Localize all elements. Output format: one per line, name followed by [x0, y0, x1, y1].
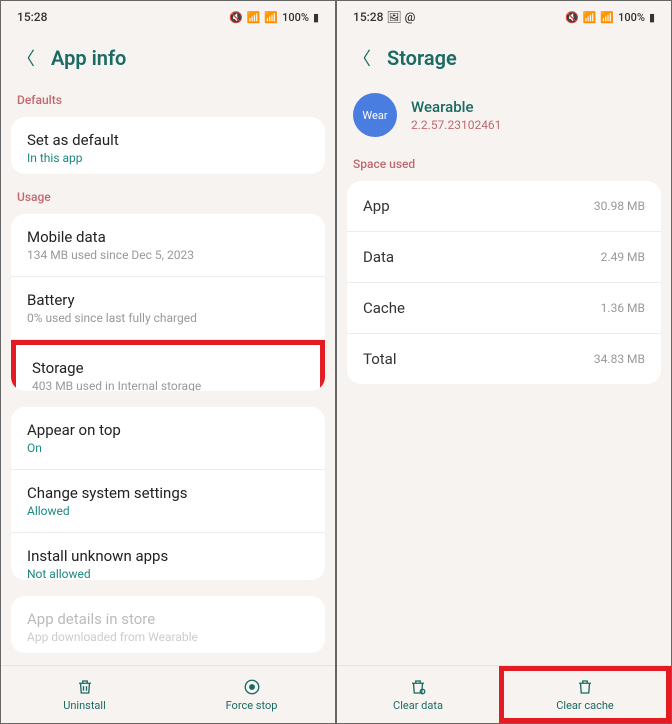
- item-appear-on-top[interactable]: Appear on top On: [11, 407, 325, 470]
- row-value: 1.36 MB: [601, 301, 645, 315]
- item-app-details-store[interactable]: App details in store App downloaded from…: [11, 596, 325, 653]
- bottom-bar: Uninstall Force stop: [1, 665, 335, 723]
- space-card: App 30.98 MB Data 2.49 MB Cache 1.36 MB …: [347, 181, 661, 384]
- status-time: 15:28: [17, 10, 47, 24]
- item-title: Appear on top: [27, 421, 309, 439]
- wifi-icon: 📶: [583, 11, 597, 24]
- battery-icon: ▮: [649, 11, 655, 24]
- force-stop-button[interactable]: Force stop: [168, 666, 335, 723]
- battery-icon: ▮: [313, 11, 319, 24]
- page-header: 〈 Storage: [337, 33, 671, 89]
- signal-icon: 📶: [600, 11, 614, 24]
- stop-circle-icon: [243, 678, 261, 696]
- store-card: App details in store App downloaded from…: [11, 596, 325, 653]
- mute-icon: 🔇: [565, 11, 579, 24]
- defaults-card: Set as default In this app: [11, 117, 325, 174]
- battery-text: 100%: [282, 11, 309, 24]
- section-space-used: Space used: [337, 153, 671, 177]
- row-label: Total: [363, 350, 397, 368]
- item-sub: App downloaded from Wearable: [27, 630, 309, 644]
- clear-data-button[interactable]: Clear data: [337, 666, 499, 723]
- item-title: Mobile data: [27, 228, 309, 246]
- item-sub: 134 MB used since Dec 5, 2023: [27, 248, 309, 262]
- item-sub: On: [27, 441, 309, 455]
- section-usage: Usage: [1, 186, 335, 210]
- app-header: Wear Wearable 2.2.57.23102461: [337, 89, 671, 153]
- mute-icon: 🔇: [229, 11, 243, 24]
- row-total: Total 34.83 MB: [347, 334, 661, 384]
- item-sub: Allowed: [27, 504, 309, 518]
- perm-card: Appear on top On Change system settings …: [11, 407, 325, 580]
- uninstall-button[interactable]: Uninstall: [1, 666, 168, 723]
- button-label: Clear data: [393, 699, 443, 712]
- signal-icon: 📶: [264, 11, 278, 24]
- status-icons: 🔇 📶 📶 100% ▮: [229, 11, 319, 24]
- item-title: Install unknown apps: [27, 547, 309, 565]
- row-app: App 30.98 MB: [347, 181, 661, 232]
- app-name: Wearable: [411, 98, 501, 116]
- status-icons: 🔇 📶 📶 100% ▮: [565, 11, 655, 24]
- row-label: Data: [363, 248, 394, 266]
- item-sub: 403 MB used in Internal storage: [32, 379, 304, 391]
- app-icon: Wear: [353, 93, 397, 137]
- phone-right: 15:28 🖼 @ 🔇 📶 📶 100% ▮ 〈 Storage Wear We…: [336, 0, 672, 724]
- back-icon[interactable]: 〈: [17, 45, 35, 71]
- item-battery[interactable]: Battery 0% used since last fully charged: [11, 277, 325, 340]
- button-label: Force stop: [226, 699, 278, 712]
- item-sub: Not allowed: [27, 567, 309, 580]
- trash-cache-icon: [576, 678, 594, 696]
- trash-icon: [76, 678, 94, 696]
- item-title: App details in store: [27, 610, 309, 628]
- row-cache: Cache 1.36 MB: [347, 283, 661, 334]
- trash-data-icon: [409, 678, 427, 696]
- item-title: Set as default: [27, 131, 309, 149]
- page-title: App info: [51, 46, 126, 70]
- clear-cache-button[interactable]: Clear cache: [499, 666, 671, 723]
- back-icon[interactable]: 〈: [353, 45, 371, 71]
- button-label: Uninstall: [63, 699, 106, 712]
- page-header: 〈 App info: [1, 33, 335, 89]
- item-set-default[interactable]: Set as default In this app: [11, 117, 325, 174]
- row-value: 34.83 MB: [594, 352, 645, 366]
- item-title: Change system settings: [27, 484, 309, 502]
- row-label: Cache: [363, 299, 405, 317]
- status-time: 15:28 🖼 @: [353, 10, 415, 24]
- item-sub: 0% used since last fully charged: [27, 311, 309, 325]
- bottom-bar: Clear data Clear cache: [337, 665, 671, 723]
- phone-left: 15:28 🔇 📶 📶 100% ▮ 〈 App info Defaults S…: [0, 0, 336, 724]
- item-sub: In this app: [27, 151, 309, 165]
- wifi-icon: 📶: [247, 11, 261, 24]
- row-label: App: [363, 197, 390, 215]
- item-mobile-data[interactable]: Mobile data 134 MB used since Dec 5, 202…: [11, 214, 325, 277]
- item-change-system[interactable]: Change system settings Allowed: [11, 470, 325, 533]
- button-label: Clear cache: [556, 699, 614, 712]
- app-version: 2.2.57.23102461: [411, 118, 501, 132]
- battery-text: 100%: [618, 11, 645, 24]
- row-value: 30.98 MB: [594, 199, 645, 213]
- usage-card: Mobile data 134 MB used since Dec 5, 202…: [11, 214, 325, 391]
- item-storage[interactable]: Storage 403 MB used in Internal storage: [11, 340, 325, 391]
- row-value: 2.49 MB: [601, 250, 645, 264]
- item-title: Battery: [27, 291, 309, 309]
- page-title: Storage: [387, 46, 457, 70]
- statusbar: 15:28 🖼 @ 🔇 📶 📶 100% ▮: [337, 1, 671, 33]
- item-install-unknown[interactable]: Install unknown apps Not allowed: [11, 533, 325, 580]
- statusbar: 15:28 🔇 📶 📶 100% ▮: [1, 1, 335, 33]
- item-title: Storage: [32, 359, 304, 377]
- row-data: Data 2.49 MB: [347, 232, 661, 283]
- section-defaults: Defaults: [1, 89, 335, 113]
